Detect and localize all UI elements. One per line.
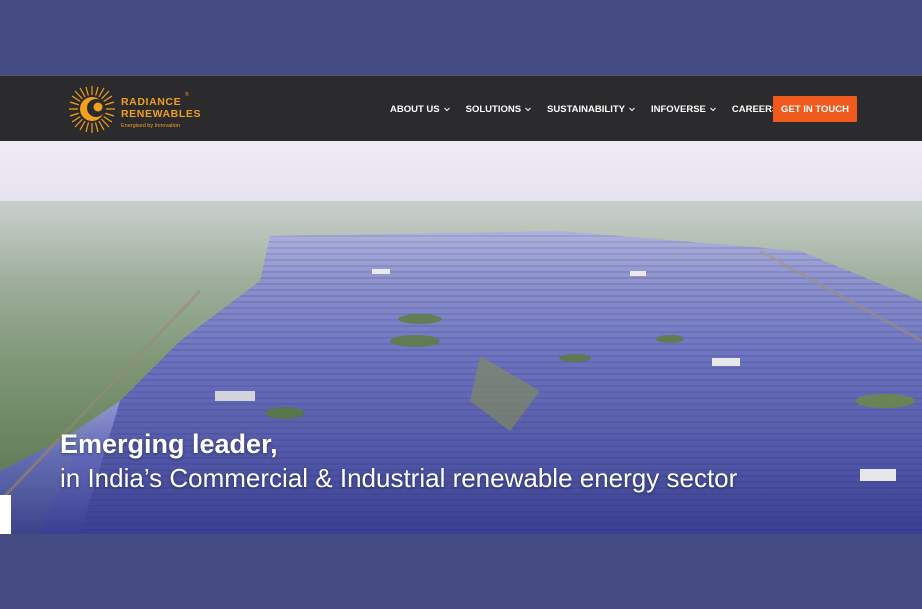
nav-label: SUSTAINABILITY (547, 103, 625, 115)
nav-item-careers[interactable]: CAREERS (732, 104, 778, 115)
sunburst-logo-icon (69, 86, 115, 133)
nav-item-about-us[interactable]: ABOUT US (390, 104, 451, 115)
registered-mark: ® (185, 92, 189, 98)
hero-banner: Emerging leader, in India’s Commercial &… (0, 141, 922, 534)
chevron-down-icon (629, 107, 635, 112)
main-navigation: ABOUT US SOLUTIONS SUSTAINABILITY INFOVE… (390, 76, 793, 142)
nav-label: ABOUT US (390, 103, 440, 115)
chevron-down-icon (443, 107, 450, 112)
site-header: RADIANCE ® RENEWABLES Energised by Innov… (0, 75, 922, 141)
nav-label: INFOVERSE (650, 103, 706, 115)
bottom-frame-band (0, 534, 922, 609)
nav-item-infoverse[interactable]: INFOVERSE (651, 104, 717, 115)
chevron-down-icon (525, 107, 531, 112)
chevron-down-icon (710, 107, 716, 112)
nav-item-sustainability[interactable]: SUSTAINABILITY (547, 104, 636, 115)
hero-headline: Emerging leader, (60, 429, 278, 459)
top-frame-band (0, 0, 922, 75)
side-feedback-tab[interactable] (0, 495, 11, 534)
radiance-logo[interactable]: RADIANCE ® RENEWABLES Energised by Innov… (68, 85, 208, 135)
nav-item-solutions[interactable]: SOLUTIONS (466, 104, 532, 115)
nav-label: SOLUTIONS (465, 103, 522, 115)
logo-tagline: Energised by Innovation (121, 123, 181, 129)
get-in-touch-button[interactable]: GET IN TOUCH (773, 96, 857, 122)
hero-subheadline: in India’s Commercial & Industrial renew… (60, 463, 738, 493)
logo-wordmark-radiance: RADIANCE (121, 96, 182, 108)
nav-label: CAREERS (731, 103, 779, 115)
logo-wordmark-renewables: RENEWABLES (121, 108, 202, 120)
